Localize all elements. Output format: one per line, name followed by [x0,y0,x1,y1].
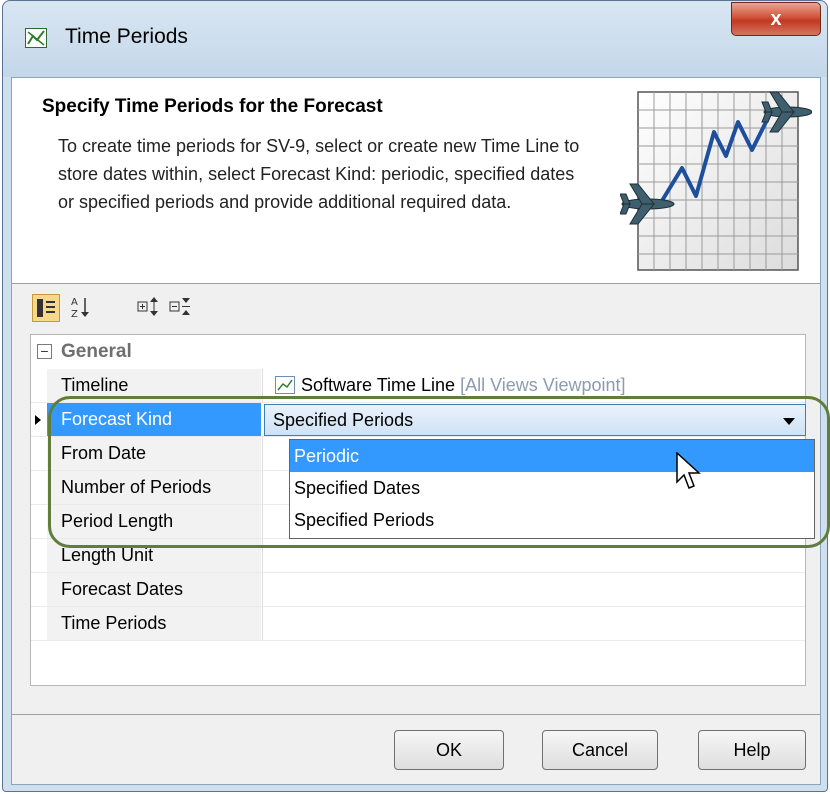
group-general[interactable]: − General [31,335,805,369]
sort-alphabetical-icon: A Z [71,297,89,320]
categorized-view-button[interactable] [32,294,60,322]
dropdown-option-specified-dates[interactable]: Specified Dates [290,472,814,504]
help-button[interactable]: Help [698,730,806,770]
property-row-length-unit[interactable]: Length Unit [31,539,805,573]
property-value[interactable] [262,607,805,640]
collapse-all-button[interactable] [168,294,196,322]
close-icon: x [770,7,782,30]
chevron-down-icon[interactable] [783,418,795,425]
time-periods-dialog: Time Periods x Specify Time Periods for … [2,0,828,792]
cancel-button[interactable]: Cancel [542,730,658,770]
property-name: Length Unit [47,539,261,572]
property-value[interactable] [262,573,805,606]
forecast-kind-dropdown: Periodic Specified Dates Specified Perio… [289,439,815,539]
current-row-marker-icon [35,415,41,425]
title-bar[interactable]: Time Periods x [3,1,827,77]
categorized-view-icon [37,299,55,317]
header-description: To create time periods for SV-9, select … [58,136,580,212]
property-name: Period Length [47,505,261,538]
forecast-kind-combo[interactable]: Specified Periods [264,404,806,436]
sort-alphabetical-button[interactable]: A Z [68,294,96,322]
window-title: Time Periods [65,25,188,48]
close-button[interactable]: x [731,2,821,36]
collapse-group-icon[interactable]: − [37,344,52,359]
expand-all-icon [137,297,158,316]
timeline-viewpoint: [All Views Viewpoint] [460,375,626,395]
expand-all-button[interactable] [136,294,164,322]
ok-button[interactable]: OK [394,730,504,770]
mouse-pointer-icon [676,452,701,489]
property-row-timeline[interactable]: Timeline Software Time Line [All Views V… [31,369,805,403]
dialog-body: Specify Time Periods for the Forecast To… [11,77,821,785]
property-value[interactable]: Software Time Line [All Views Viewpoint] [262,369,805,402]
combo-value: Specified Periods [273,410,414,430]
property-name: Timeline [47,369,261,402]
property-row-forecast-dates[interactable]: Forecast Dates [31,573,805,607]
collapse-all-icon [169,298,190,315]
property-name: Forecast Dates [47,573,261,606]
dropdown-option-specified-periods[interactable]: Specified Periods [290,504,814,536]
forecast-chart-airplanes-icon [620,91,812,271]
timeline-name: Software Time Line [301,375,456,395]
property-row-time-periods[interactable]: Time Periods [31,607,805,641]
property-value[interactable] [262,539,805,572]
dropdown-option-periodic[interactable]: Periodic [290,440,814,472]
property-name: Time Periods [47,607,261,640]
property-name: Number of Periods [47,471,261,504]
property-name: Forecast Kind [47,403,261,436]
svg-text:A: A [71,297,78,308]
header-title: Specify Time Periods for the Forecast [42,96,383,117]
property-name: From Date [47,437,261,470]
header-panel: Specify Time Periods for the Forecast To… [12,78,820,284]
timeline-icon [275,376,295,394]
svg-text:Z: Z [71,309,78,320]
button-separator [12,714,820,715]
app-icon [25,28,47,48]
group-label: General [61,341,132,362]
property-row-forecast-kind[interactable]: Forecast Kind Specified Periods [31,403,806,437]
